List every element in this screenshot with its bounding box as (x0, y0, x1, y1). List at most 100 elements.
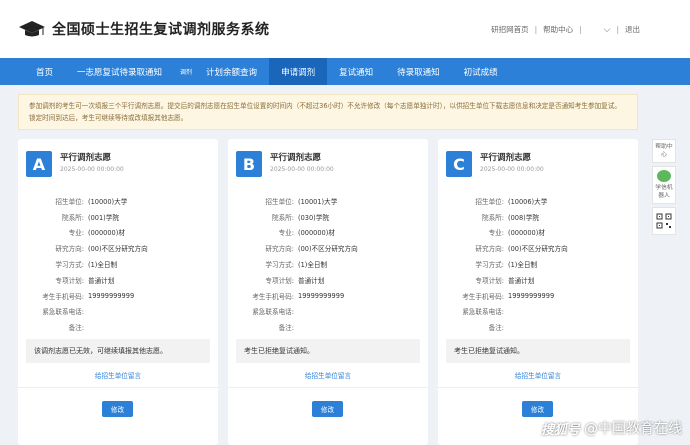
field-value: (10006)大学 (508, 197, 548, 206)
top-header: 全国硕士生招生复试调剂服务系统 研招网首页 | 帮助中心 | ⌵ | 退出 (0, 0, 690, 58)
field-label: 专项计划: (265, 276, 294, 285)
field-row: 招生单位: (10006)大学 (438, 193, 638, 209)
field-row: 院系所: (030)学院 (228, 209, 428, 225)
field-label: 研究方向: (55, 245, 84, 254)
field-label: 备注: (488, 324, 504, 333)
choice-card-b: B 平行调剂志愿 2025-00-00 00:00:00 招生单位: (10001)大学… (228, 139, 428, 445)
field-row: 专项计划: 普通计划 (18, 272, 218, 288)
choice-letter-badge: C (446, 151, 472, 177)
choice-letter-badge: A (26, 151, 52, 177)
field-label: 考生手机号码: (252, 292, 294, 301)
main-nav: 首页 一志愿复试待录取通知 调剂 计划余额查询 申请调剂 复试通知 待录取通知 … (0, 58, 690, 85)
field-label: 紧急联系电话: (42, 308, 84, 317)
field-row: 备注: (438, 319, 638, 335)
field-label: 考生手机号码: (462, 292, 504, 301)
message-unit-link[interactable]: 给招生单位留言 (228, 370, 428, 380)
help-center-link[interactable]: 帮助中心 (543, 24, 573, 35)
field-label: 考生手机号码: (42, 292, 84, 301)
field-value: 19999999999 (508, 291, 555, 300)
field-list: 招生单位: (10006)大学 院系所: (008)学院 专业: (000000)材 研究方… (438, 193, 638, 335)
nav-plan-balance[interactable]: 计划余额查询 (194, 58, 269, 85)
site-title: 全国硕士生招生复试调剂服务系统 (52, 22, 270, 38)
nav-retest-notice[interactable]: 复试通知 (327, 58, 385, 85)
nav-apply-adjustment[interactable]: 申请调剂 (269, 58, 328, 85)
field-value: (00)不区分研究方向 (508, 245, 568, 254)
choice-card-a: A 平行调剂志愿 2025-00-00 00:00:00 招生单位: (10000)大学… (18, 139, 218, 445)
divider: | (534, 25, 538, 34)
field-row: 备注: (18, 319, 218, 335)
field-label: 研究方向: (265, 245, 294, 254)
field-row: 专项计划: 普通计划 (438, 272, 638, 288)
field-value: (1)全日制 (298, 261, 328, 270)
robot-label: 学信机器人 (655, 185, 673, 199)
choice-cards: A 平行调剂志愿 2025-00-00 00:00:00 招生单位: (10000)大学… (18, 139, 638, 445)
help-center-button[interactable]: 帮助中心 (652, 139, 676, 163)
home-link[interactable]: 研招网首页 (491, 24, 529, 35)
field-label: 紧急联系电话: (462, 308, 504, 317)
field-label: 院系所: (271, 213, 294, 222)
field-value: (00)不区分研究方向 (298, 245, 358, 254)
choice-letter-badge: B (236, 151, 262, 177)
field-value: (000000)材 (298, 229, 335, 238)
divider: | (579, 25, 582, 34)
field-label: 招生单位: (55, 197, 84, 206)
field-row: 招生单位: (10000)大学 (18, 193, 218, 209)
card-date: 2025-00-00 00:00:00 (270, 166, 334, 173)
card-date: 2025-00-00 00:00:00 (60, 166, 124, 173)
card-title: 平行调剂志愿 (60, 153, 112, 163)
field-label: 备注: (68, 324, 84, 333)
field-label: 学习方式: (55, 261, 84, 270)
field-value: (00)不区分研究方向 (88, 245, 148, 254)
nav-home[interactable]: 首页 (24, 58, 65, 85)
nav-exam-scores[interactable]: 初试成绩 (452, 58, 510, 85)
field-row: 院系所: (001)学院 (18, 209, 218, 225)
field-value: 普通计划 (298, 276, 325, 285)
edit-button[interactable]: 修改 (522, 401, 553, 417)
qr-button[interactable] (652, 207, 676, 235)
field-label: 招生单位: (265, 197, 294, 206)
message-unit-link[interactable]: 给招生单位留言 (438, 370, 638, 380)
field-label: 研究方向: (475, 245, 504, 254)
nav-first-choice-notice[interactable]: 一志愿复试待录取通知 (65, 58, 174, 85)
field-row: 招生单位: (10001)大学 (228, 193, 428, 209)
field-label: 院系所: (481, 213, 504, 222)
field-value: (030)学院 (298, 213, 329, 222)
robot-icon (657, 170, 671, 182)
graduation-cap-icon (19, 21, 45, 37)
nav-admission-notice[interactable]: 待录取通知 (385, 58, 452, 85)
status-message: 考生已拒绝复试通知。 (236, 339, 420, 363)
field-list: 招生单位: (10001)大学院系所: (030)学院专业: (000000)材研究方… (228, 193, 428, 335)
side-toolbar: 帮助中心 学信机器人 (652, 139, 676, 238)
card-title: 平行调剂志愿 (480, 153, 532, 163)
field-value: 普通计划 (508, 276, 535, 285)
field-row: 紧急联系电话: (228, 304, 428, 320)
field-label: 专业: (68, 229, 84, 238)
qr-code-icon (656, 213, 672, 229)
watermark-brand: 搜狐号 (540, 422, 580, 438)
watermark-text: @中国教育在线 (584, 421, 682, 437)
site-logo[interactable]: 全国硕士生招生复试调剂服务系统 (18, 19, 270, 39)
field-label: 紧急联系电话: (252, 308, 294, 317)
chevron-down-icon[interactable]: ⌵ (604, 25, 611, 35)
field-row: 专业: (000000)材 (18, 225, 218, 241)
robot-button[interactable]: 学信机器人 (652, 166, 676, 204)
field-value: (000000)材 (88, 229, 125, 238)
field-label: 院系所: (61, 213, 84, 222)
logout-link[interactable]: 退出 (625, 24, 640, 35)
card-title: 平行调剂志愿 (270, 153, 322, 163)
field-row: 考生手机号码: 19999999999 (438, 288, 638, 304)
field-row: 学习方式: (1)全日制 (228, 256, 428, 272)
message-unit-link[interactable]: 给招生单位留言 (18, 370, 218, 380)
watermark: 搜狐号 @中国教育在线 (541, 418, 682, 438)
divider: | (616, 25, 619, 34)
edit-button[interactable]: 修改 (312, 401, 343, 417)
edit-button[interactable]: 修改 (102, 401, 133, 417)
field-value: (001)学院 (88, 213, 119, 222)
field-value: 19999999999 (88, 291, 135, 300)
field-row: 专业: (000000)材 (228, 225, 428, 241)
field-row: 备注: (228, 319, 428, 335)
field-value: (10000)大学 (88, 197, 128, 206)
field-label: 招生单位: (475, 197, 504, 206)
nav-adjustment-tag[interactable]: 调剂 (174, 58, 194, 85)
divider (18, 387, 218, 388)
